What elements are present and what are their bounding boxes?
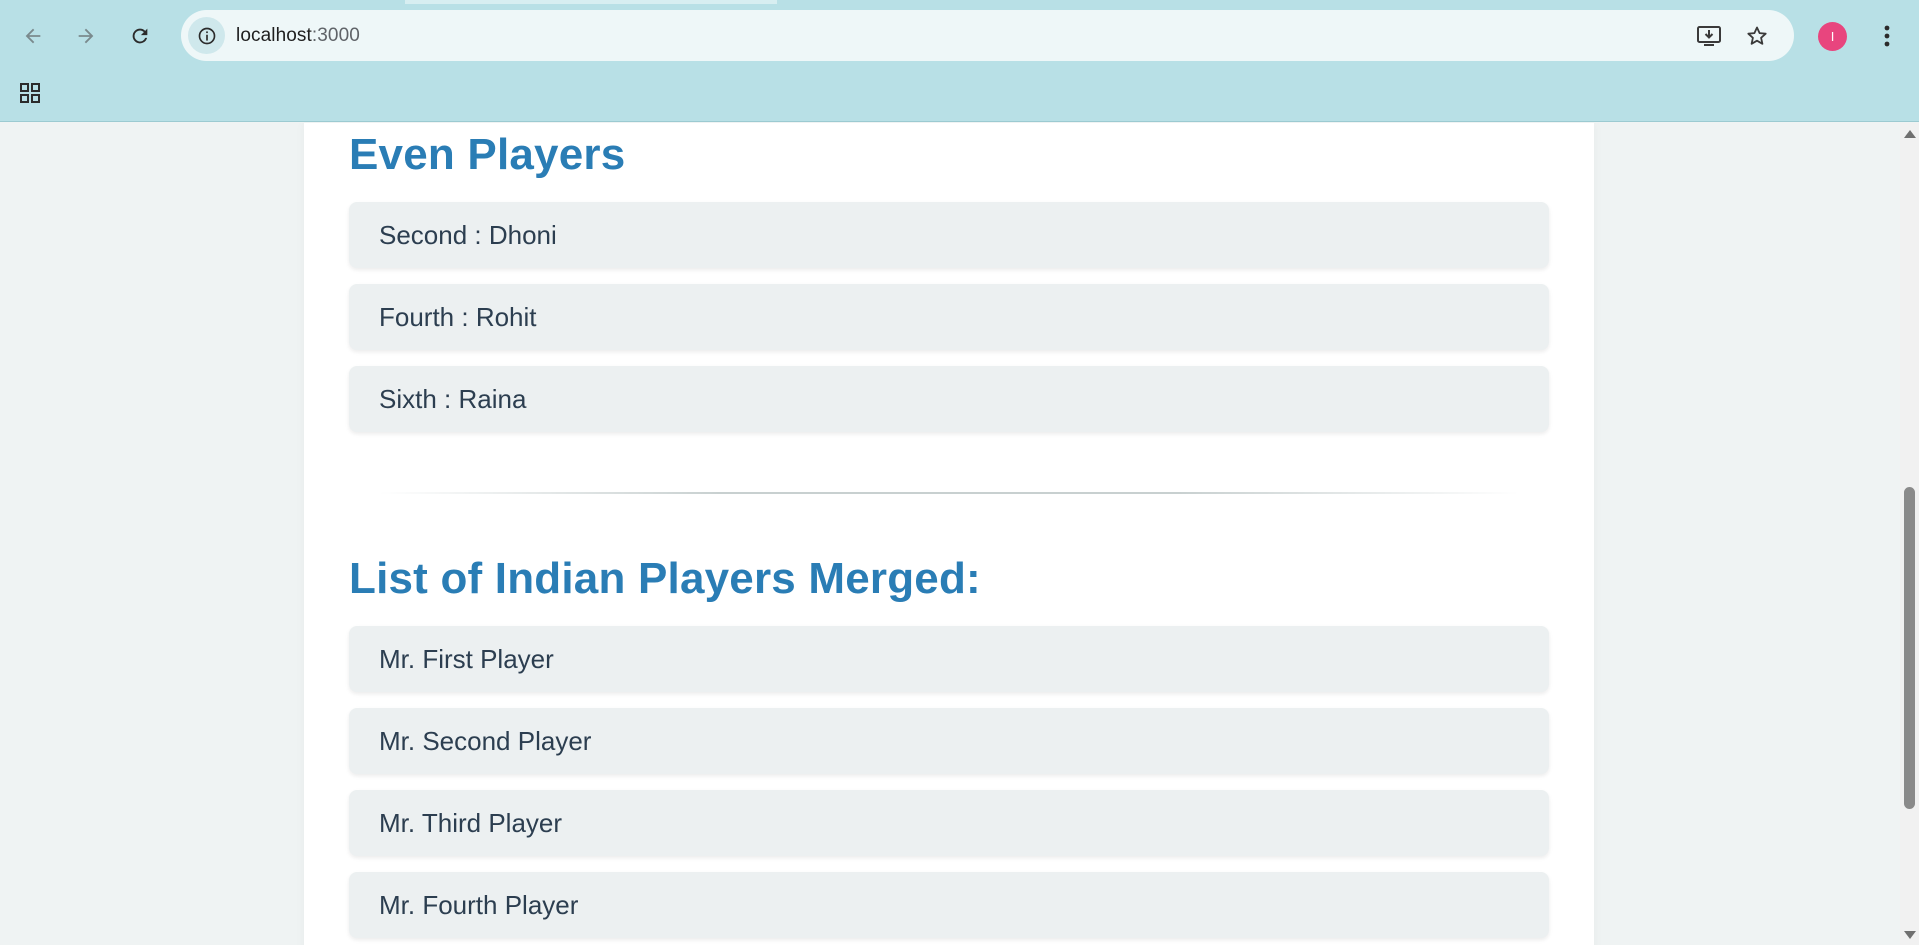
apps-grid-icon xyxy=(20,83,40,103)
merged-player-item: Mr. Fourth Player xyxy=(349,872,1549,938)
merged-player-item: Mr. Third Player xyxy=(349,790,1549,856)
scroll-up-arrow-icon[interactable] xyxy=(1904,130,1916,138)
even-player-item: Sixth : Raina xyxy=(349,366,1549,432)
forward-button[interactable] xyxy=(66,16,106,56)
install-app-button[interactable] xyxy=(1695,22,1723,50)
even-player-item: Fourth : Rohit xyxy=(349,284,1549,350)
more-vert-icon xyxy=(1884,25,1890,47)
url-host: localhost xyxy=(236,25,312,46)
section-divider xyxy=(379,492,1519,494)
bookmark-star-icon xyxy=(1747,26,1767,45)
scroll-down-arrow-icon[interactable] xyxy=(1904,931,1916,939)
site-info-button[interactable] xyxy=(188,17,225,54)
vertical-scrollbar[interactable] xyxy=(1900,123,1919,945)
apps-button[interactable] xyxy=(14,77,46,109)
even-players-heading: Even Players xyxy=(349,130,626,179)
merged-player-item: Mr. Second Player xyxy=(349,708,1549,774)
back-button[interactable] xyxy=(13,16,53,56)
url-text[interactable]: localhost:3000 xyxy=(236,25,360,47)
scrollbar-thumb[interactable] xyxy=(1904,487,1915,809)
bookmark-button[interactable] xyxy=(1743,22,1771,50)
merged-player-item: Mr. First Player xyxy=(349,626,1549,692)
address-bar[interactable]: localhost:3000 xyxy=(181,10,1794,61)
profile-initial: I xyxy=(1830,29,1835,44)
info-icon xyxy=(198,27,215,44)
active-tab-indicator xyxy=(405,0,777,4)
content-card: Even Players Second : Dhoni Fourth : Roh… xyxy=(304,123,1594,945)
browser-menu-button[interactable] xyxy=(1875,18,1899,54)
forward-arrow-icon xyxy=(78,28,94,44)
back-arrow-icon xyxy=(25,28,41,44)
even-player-item: Second : Dhoni xyxy=(349,202,1549,268)
install-app-icon xyxy=(1697,26,1721,46)
reload-icon xyxy=(132,28,148,44)
reload-button[interactable] xyxy=(120,16,160,56)
browser-toolbar: localhost:3000 I xyxy=(0,0,1919,122)
page-viewport: Even Players Second : Dhoni Fourth : Roh… xyxy=(0,123,1900,945)
merged-players-heading: List of Indian Players Merged: xyxy=(349,554,981,603)
profile-avatar[interactable]: I xyxy=(1818,22,1847,51)
url-port: :3000 xyxy=(311,25,360,46)
